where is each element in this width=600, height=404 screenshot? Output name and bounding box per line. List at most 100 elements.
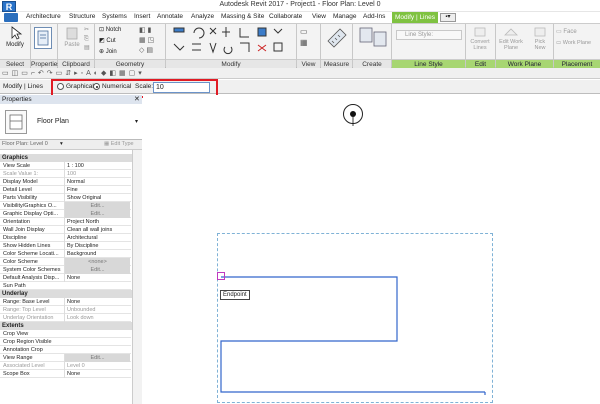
property-group-header[interactable]: Extents bbox=[0, 322, 142, 330]
tab-view[interactable]: View bbox=[312, 13, 326, 20]
property-group-header[interactable]: Graphics bbox=[0, 154, 142, 162]
tab-structure[interactable]: Structure bbox=[69, 13, 95, 20]
property-row[interactable]: System Color Schemes Edit... bbox=[0, 266, 131, 274]
property-value[interactable]: Look down bbox=[64, 314, 130, 322]
window-title: Autodesk Revit 2017 - Project1 - Floor P… bbox=[219, 1, 381, 8]
join-button[interactable]: ⊕ Join bbox=[99, 48, 117, 55]
property-row[interactable]: Range: Top Level Unbounded bbox=[0, 306, 131, 314]
notch-button[interactable]: ⊡ Notch bbox=[99, 26, 121, 33]
property-value[interactable]: By Discipline bbox=[64, 242, 130, 250]
panel-measure[interactable]: Measure bbox=[321, 59, 352, 68]
view-tools[interactable]: ▭ ▦ bbox=[300, 26, 318, 52]
tab-annotate[interactable]: Annotate bbox=[157, 13, 183, 20]
property-row[interactable]: Associated Level Level 0 bbox=[0, 362, 131, 370]
work-plane-option[interactable]: ▭ Work Plane bbox=[556, 40, 591, 46]
paste-button[interactable]: Paste bbox=[62, 26, 82, 48]
chevron-down-icon[interactable]: ▾ bbox=[135, 118, 138, 125]
clipboard-small-icons[interactable]: ✂ ⎘ ▤ bbox=[84, 26, 92, 56]
property-key: Default Analysis Disp... bbox=[3, 275, 60, 281]
property-row[interactable]: Parts Visibility Show Original bbox=[0, 194, 131, 202]
convert-lines-button[interactable]: Convert Lines bbox=[468, 27, 492, 51]
property-row[interactable]: Annotation Crop bbox=[0, 346, 131, 354]
chevron-down-icon[interactable]: ▾ bbox=[60, 141, 63, 147]
property-row[interactable]: Detail Level Fine bbox=[0, 186, 131, 194]
property-row[interactable]: Default Analysis Disp... None bbox=[0, 274, 131, 282]
property-row[interactable]: Scale Value 1: 100 bbox=[0, 170, 131, 178]
pick-new-button[interactable]: Pick New bbox=[530, 27, 550, 51]
property-edit-button[interactable]: Edit... bbox=[64, 266, 130, 274]
panel-select[interactable]: Select bbox=[0, 59, 30, 68]
property-row[interactable]: Visibility/Graphics O... Edit... bbox=[0, 202, 131, 210]
property-value[interactable]: Show Original bbox=[64, 194, 130, 202]
quick-access-icons[interactable]: ▭◫▭⌐↶↷▭⇵▸◦A◐◆◧▦▢▾ bbox=[2, 68, 242, 79]
property-value[interactable]: Clean all wall joins bbox=[64, 226, 130, 234]
property-row[interactable]: Color Scheme <none> bbox=[0, 258, 131, 266]
tab-collaborate[interactable]: Collaborate bbox=[269, 13, 302, 20]
property-row[interactable]: Display Model Normal bbox=[0, 178, 131, 186]
create-tools[interactable] bbox=[358, 26, 388, 52]
edit-work-plane-button[interactable]: Edit Work Plane bbox=[498, 27, 524, 51]
property-group-header[interactable]: Underlay bbox=[0, 290, 142, 298]
tab-insert[interactable]: Insert bbox=[134, 13, 150, 20]
cut-button[interactable]: ◩ Cut bbox=[99, 37, 116, 44]
property-row[interactable]: Graphic Display Opti... Edit... bbox=[0, 210, 131, 218]
properties-button[interactable] bbox=[34, 27, 52, 49]
property-edit-button[interactable]: Edit... bbox=[64, 202, 130, 210]
endpoint-snap-marker[interactable] bbox=[217, 272, 225, 280]
property-key: Range: Top Level bbox=[3, 307, 46, 313]
property-value[interactable]: Background bbox=[64, 250, 130, 258]
property-value[interactable]: Level 0 bbox=[64, 362, 130, 370]
modify-tools[interactable] bbox=[170, 25, 290, 58]
modify-button[interactable]: Modify bbox=[4, 26, 26, 50]
edit-type-label: Edit Type bbox=[110, 141, 134, 147]
property-edit-button[interactable]: Edit... bbox=[64, 354, 130, 362]
join-label: Join bbox=[105, 49, 117, 55]
property-value[interactable]: 1 : 100 bbox=[64, 162, 130, 170]
property-row[interactable]: View Range Edit... bbox=[0, 354, 131, 362]
property-row[interactable]: Scope Box None bbox=[0, 370, 131, 378]
property-edit-button[interactable]: Edit... bbox=[64, 210, 130, 218]
edit-type-button[interactable]: ▦ Edit Type bbox=[104, 141, 134, 147]
tab-modify-lines[interactable]: Modify | Lines bbox=[392, 12, 438, 23]
floor-plan-lines[interactable] bbox=[143, 95, 600, 404]
line-style-dropdown[interactable]: Line Style: bbox=[396, 30, 462, 40]
tab-manage[interactable]: Manage bbox=[333, 13, 357, 20]
property-value[interactable]: Normal bbox=[64, 178, 130, 186]
tab-massing-site[interactable]: Massing & Site bbox=[221, 13, 264, 20]
tab-options-icon[interactable]: ▪▾ bbox=[440, 13, 456, 22]
property-value[interactable]: Unbounded bbox=[64, 306, 130, 314]
tab-systems[interactable]: Systems bbox=[102, 13, 127, 20]
instance-label[interactable]: Floor Plan: Level 0 bbox=[2, 141, 48, 147]
property-key: Display Model bbox=[3, 179, 38, 185]
property-row[interactable]: Crop View bbox=[0, 330, 131, 338]
measure-button[interactable] bbox=[326, 27, 348, 51]
convert-lines-label: Convert Lines bbox=[470, 39, 490, 51]
property-row[interactable]: Crop Region Visible bbox=[0, 338, 131, 346]
tab-analyze[interactable]: Analyze bbox=[191, 13, 214, 20]
property-key: System Color Schemes bbox=[3, 267, 61, 273]
property-row[interactable]: Range: Base Level None bbox=[0, 298, 131, 306]
property-row[interactable]: View Scale 1 : 100 bbox=[0, 162, 131, 170]
property-edit-button[interactable]: <none> bbox=[64, 258, 130, 266]
property-value[interactable]: None bbox=[64, 298, 130, 306]
property-value[interactable]: Architectural bbox=[64, 234, 130, 242]
face-option[interactable]: ▭ Face bbox=[556, 28, 577, 35]
property-value[interactable]: Fine bbox=[64, 186, 130, 194]
property-row[interactable]: Sun Path bbox=[0, 282, 131, 290]
property-row[interactable]: Show Hidden Lines By Discipline bbox=[0, 242, 131, 250]
geometry-tools[interactable]: ◧ ▮ ▦ ◳ ◇ ▤ bbox=[139, 26, 163, 56]
property-row[interactable]: Wall Join Display Clean all wall joins bbox=[0, 226, 131, 234]
property-value[interactable]: Project North bbox=[64, 218, 130, 226]
property-row[interactable]: Underlay Orientation Look down bbox=[0, 314, 131, 322]
property-value[interactable]: None bbox=[64, 370, 130, 378]
tab-architecture[interactable]: Architecture bbox=[26, 13, 61, 20]
property-value[interactable]: 100 bbox=[64, 170, 130, 178]
tab-add-ins[interactable]: Add-Ins bbox=[363, 13, 385, 20]
panel-view[interactable]: View bbox=[297, 59, 320, 68]
property-row[interactable]: Discipline Architectural bbox=[0, 234, 131, 242]
property-value[interactable]: None bbox=[64, 274, 130, 282]
properties-scrollbar[interactable] bbox=[132, 150, 142, 404]
close-icon[interactable]: ✕ bbox=[134, 95, 140, 104]
property-row[interactable]: Color Scheme Locati... Background bbox=[0, 250, 131, 258]
property-row[interactable]: Orientation Project North bbox=[0, 218, 131, 226]
